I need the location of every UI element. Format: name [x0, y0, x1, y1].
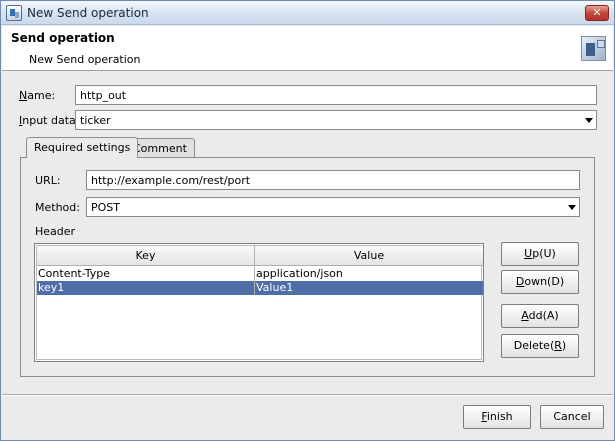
input-data-value: ticker — [80, 114, 111, 127]
down-button[interactable]: Down(D) — [501, 270, 579, 294]
header-table[interactable]: Key Value Content-Type application/json … — [34, 243, 484, 362]
header-subtitle: New Send operation — [29, 53, 141, 66]
operation-wizard-icon — [581, 36, 606, 61]
table-row-selected[interactable]: key1 Value1 — [37, 281, 483, 295]
column-header-key[interactable]: Key — [37, 246, 255, 266]
finish-button[interactable]: Finish — [463, 405, 531, 429]
table-row[interactable]: Content-Type application/json — [37, 267, 483, 281]
title-bar[interactable]: New Send operation ✕ — [1, 1, 614, 25]
method-label: Method: — [35, 201, 80, 214]
header-title: Send operation — [11, 31, 115, 45]
table-cell-value: application/json — [256, 267, 343, 280]
input-data-combo[interactable]: ticker — [75, 110, 597, 130]
table-cell-key: key1 — [37, 281, 255, 295]
window-title: New Send operation — [27, 6, 149, 20]
header-table-viewport: Key Value Content-Type application/json … — [36, 245, 483, 360]
name-label: Name: — [19, 89, 56, 102]
footer-separator — [2, 394, 613, 396]
chevron-down-icon[interactable] — [568, 205, 576, 210]
method-value: POST — [91, 201, 120, 214]
add-button[interactable]: Add(A) — [501, 304, 579, 328]
delete-button[interactable]: Delete(R) — [501, 334, 579, 358]
tab-required-settings[interactable]: Required settings — [26, 137, 139, 158]
table-cell-value: Value1 — [256, 281, 294, 294]
up-button[interactable]: Up(U) — [501, 242, 579, 266]
url-input[interactable]: http://example.com/rest/port — [86, 170, 580, 190]
url-label: URL: — [35, 174, 61, 187]
dialog-window: New Send operation ✕ Send operation New … — [0, 0, 615, 441]
close-button[interactable]: ✕ — [585, 5, 609, 21]
table-cell-key: Content-Type — [37, 267, 255, 281]
chevron-down-icon[interactable] — [585, 118, 593, 123]
input-data-label: Input data: — [19, 114, 80, 127]
cancel-button[interactable]: Cancel — [540, 405, 604, 429]
method-combo[interactable]: POST — [86, 197, 580, 217]
app-icon — [6, 5, 22, 21]
column-header-value[interactable]: Value — [255, 246, 483, 266]
wizard-header: Send operation New Send operation — [2, 26, 613, 71]
name-input[interactable]: http_out — [75, 85, 597, 105]
header-section-label: Header — [35, 225, 76, 238]
